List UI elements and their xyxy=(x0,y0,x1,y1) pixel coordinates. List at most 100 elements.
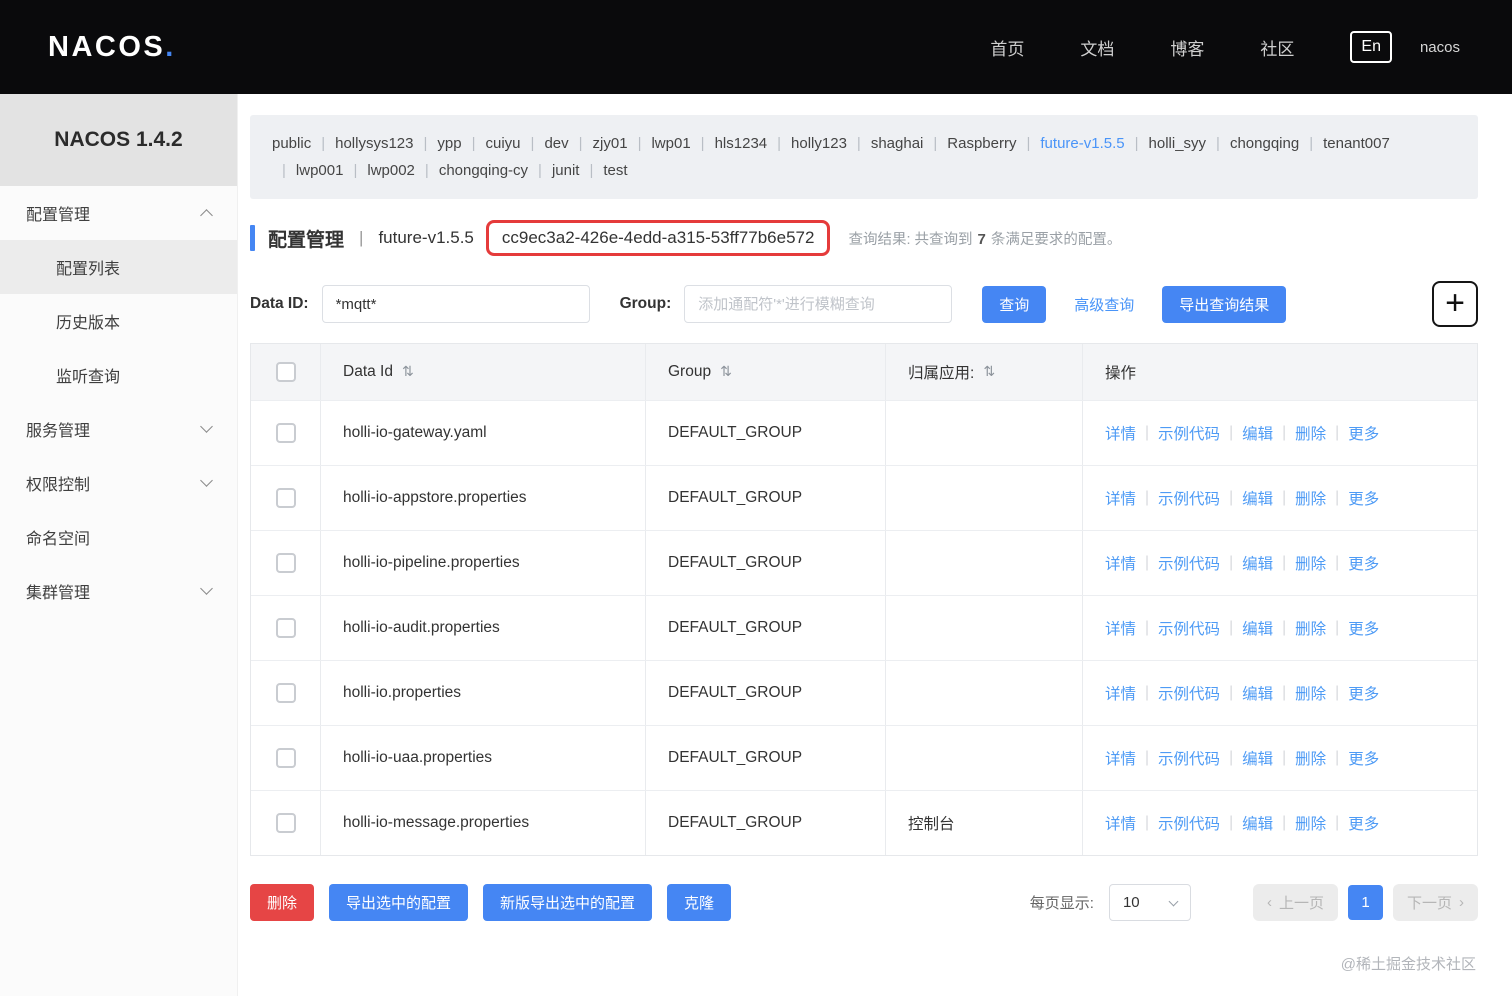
namespace-tab-zjy01[interactable]: zjy01 xyxy=(593,135,628,152)
action-detail-link[interactable]: 详情 xyxy=(1105,487,1136,509)
row-checkbox[interactable] xyxy=(275,748,296,768)
row-checkbox[interactable] xyxy=(275,683,296,703)
action-detail-link[interactable]: 详情 xyxy=(1105,552,1136,574)
namespace-tab-holly123[interactable]: holly123 xyxy=(791,135,847,152)
row-checkbox[interactable] xyxy=(275,618,296,638)
action-edit-link[interactable]: 编辑 xyxy=(1242,552,1273,574)
action-detail-link[interactable]: 详情 xyxy=(1105,812,1136,834)
action-sample-code-link[interactable]: 示例代码 xyxy=(1158,487,1220,509)
action-detail-link[interactable]: 详情 xyxy=(1105,747,1136,769)
data-id-input[interactable] xyxy=(321,285,590,323)
action-delete-link[interactable]: 删除 xyxy=(1295,487,1326,509)
action-edit-link[interactable]: 编辑 xyxy=(1242,747,1273,769)
action-more-link[interactable]: 更多 xyxy=(1348,487,1379,509)
action-delete-link[interactable]: 删除 xyxy=(1295,747,1326,769)
row-checkbox[interactable] xyxy=(275,553,296,573)
row-checkbox[interactable] xyxy=(275,488,296,508)
delete-selected-button[interactable]: 删除 xyxy=(250,884,315,921)
nacos-logo[interactable]: NACOS. xyxy=(48,31,176,64)
namespace-tab-hollysys123[interactable]: hollysys123 xyxy=(335,135,413,152)
namespace-tab-ypp[interactable]: ypp xyxy=(437,135,461,152)
row-checkbox[interactable] xyxy=(275,813,296,833)
sidebar-item-history-versions[interactable]: 历史版本 xyxy=(0,294,237,348)
namespace-tab-junit[interactable]: junit xyxy=(552,162,580,179)
action-edit-link[interactable]: 编辑 xyxy=(1242,487,1273,509)
namespace-tab-future-v1.5.5[interactable]: future-v1.5.5 xyxy=(1040,135,1124,152)
clone-button[interactable]: 克隆 xyxy=(667,884,732,921)
topnav-item-community[interactable]: 社区 xyxy=(1232,35,1322,60)
export-selected-new-button[interactable]: 新版导出选中的配置 xyxy=(483,884,653,921)
namespace-tab-shaghai[interactable]: shaghai xyxy=(871,135,924,152)
current-page-button[interactable]: 1 xyxy=(1347,885,1383,920)
topnav-item-docs[interactable]: 文档 xyxy=(1052,35,1142,60)
namespace-separator: | xyxy=(777,135,782,152)
action-detail-link[interactable]: 详情 xyxy=(1105,422,1136,444)
next-page-button[interactable]: 下一页 › xyxy=(1392,884,1478,921)
sidebar-item-config-management[interactable]: 配置管理 xyxy=(0,186,237,240)
sidebar-item-service-management[interactable]: 服务管理 xyxy=(0,402,237,456)
namespace-tab-tenant007[interactable]: tenant007 xyxy=(1323,135,1390,152)
sort-icon[interactable]: ⇅ xyxy=(720,364,732,380)
sidebar-item-config-list[interactable]: 配置列表 xyxy=(0,240,237,294)
namespace-tab-chongqing-cy[interactable]: chongqing-cy xyxy=(439,162,528,179)
sidebar-item-permission-control[interactable]: 权限控制 xyxy=(0,456,237,510)
action-edit-link[interactable]: 编辑 xyxy=(1242,812,1273,834)
action-delete-link[interactable]: 删除 xyxy=(1295,552,1326,574)
namespace-tab-test[interactable]: test xyxy=(603,162,627,179)
select-all-checkbox[interactable] xyxy=(275,362,296,382)
prev-page-button[interactable]: ‹ 上一页 xyxy=(1252,884,1338,921)
row-checkbox[interactable] xyxy=(275,423,296,443)
namespace-tab-dev[interactable]: dev xyxy=(544,135,568,152)
sidebar-item-namespace[interactable]: 命名空间 xyxy=(0,510,237,564)
action-detail-link[interactable]: 详情 xyxy=(1105,682,1136,704)
action-sample-code-link[interactable]: 示例代码 xyxy=(1158,617,1220,639)
namespace-tab-lwp001[interactable]: lwp001 xyxy=(296,162,344,179)
namespace-separator: | xyxy=(637,135,642,152)
action-more-link[interactable]: 更多 xyxy=(1348,812,1379,834)
namespace-tab-cuiyu[interactable]: cuiyu xyxy=(486,135,521,152)
sort-icon[interactable]: ⇅ xyxy=(983,364,995,380)
action-more-link[interactable]: 更多 xyxy=(1348,747,1379,769)
action-edit-link[interactable]: 编辑 xyxy=(1242,682,1273,704)
namespace-tab-chongqing[interactable]: chongqing xyxy=(1230,135,1299,152)
namespace-tab-holli_syy[interactable]: holli_syy xyxy=(1149,135,1207,152)
action-more-link[interactable]: 更多 xyxy=(1348,552,1379,574)
action-more-link[interactable]: 更多 xyxy=(1348,617,1379,639)
action-detail-link[interactable]: 详情 xyxy=(1105,617,1136,639)
action-sample-code-link[interactable]: 示例代码 xyxy=(1158,422,1220,444)
page-size-label: 每页显示: xyxy=(1029,895,1094,912)
action-more-link[interactable]: 更多 xyxy=(1348,682,1379,704)
language-toggle-button[interactable]: En xyxy=(1350,31,1392,63)
query-button[interactable]: 查询 xyxy=(982,285,1047,323)
sort-icon[interactable]: ⇅ xyxy=(402,364,414,380)
action-delete-link[interactable]: 删除 xyxy=(1295,682,1326,704)
action-edit-link[interactable]: 编辑 xyxy=(1242,617,1273,639)
group-input[interactable] xyxy=(684,285,953,323)
topnav-item-blog[interactable]: 博客 xyxy=(1142,35,1232,60)
page-size-select[interactable]: 10 xyxy=(1108,884,1191,921)
add-config-button[interactable]: + xyxy=(1432,281,1478,327)
namespace-separator: | xyxy=(933,135,938,152)
action-delete-link[interactable]: 删除 xyxy=(1295,617,1326,639)
action-sample-code-link[interactable]: 示例代码 xyxy=(1158,812,1220,834)
export-selected-button[interactable]: 导出选中的配置 xyxy=(329,884,469,921)
topnav-item-home[interactable]: 首页 xyxy=(962,35,1052,60)
action-edit-link[interactable]: 编辑 xyxy=(1242,422,1273,444)
action-delete-link[interactable]: 删除 xyxy=(1295,812,1326,834)
namespace-tab-lwp01[interactable]: lwp01 xyxy=(651,135,690,152)
action-delete-link[interactable]: 删除 xyxy=(1295,422,1326,444)
namespace-tab-Raspberry[interactable]: Raspberry xyxy=(947,135,1016,152)
export-query-results-button[interactable]: 导出查询结果 xyxy=(1162,285,1287,323)
username-menu[interactable]: nacos xyxy=(1420,39,1460,56)
namespace-tab-public[interactable]: public xyxy=(272,135,311,152)
namespace-tab-hls1234[interactable]: hls1234 xyxy=(715,135,768,152)
action-sample-code-link[interactable]: 示例代码 xyxy=(1158,552,1220,574)
sidebar-item-cluster-management[interactable]: 集群管理 xyxy=(0,564,237,618)
action-sample-code-link[interactable]: 示例代码 xyxy=(1158,682,1220,704)
action-more-link[interactable]: 更多 xyxy=(1348,422,1379,444)
namespace-tab-lwp002[interactable]: lwp002 xyxy=(367,162,415,179)
action-sample-code-link[interactable]: 示例代码 xyxy=(1158,747,1220,769)
row-select-cell xyxy=(251,726,321,790)
advanced-query-link[interactable]: 高级查询 xyxy=(1074,294,1134,315)
sidebar-item-listening-query[interactable]: 监听查询 xyxy=(0,348,237,402)
